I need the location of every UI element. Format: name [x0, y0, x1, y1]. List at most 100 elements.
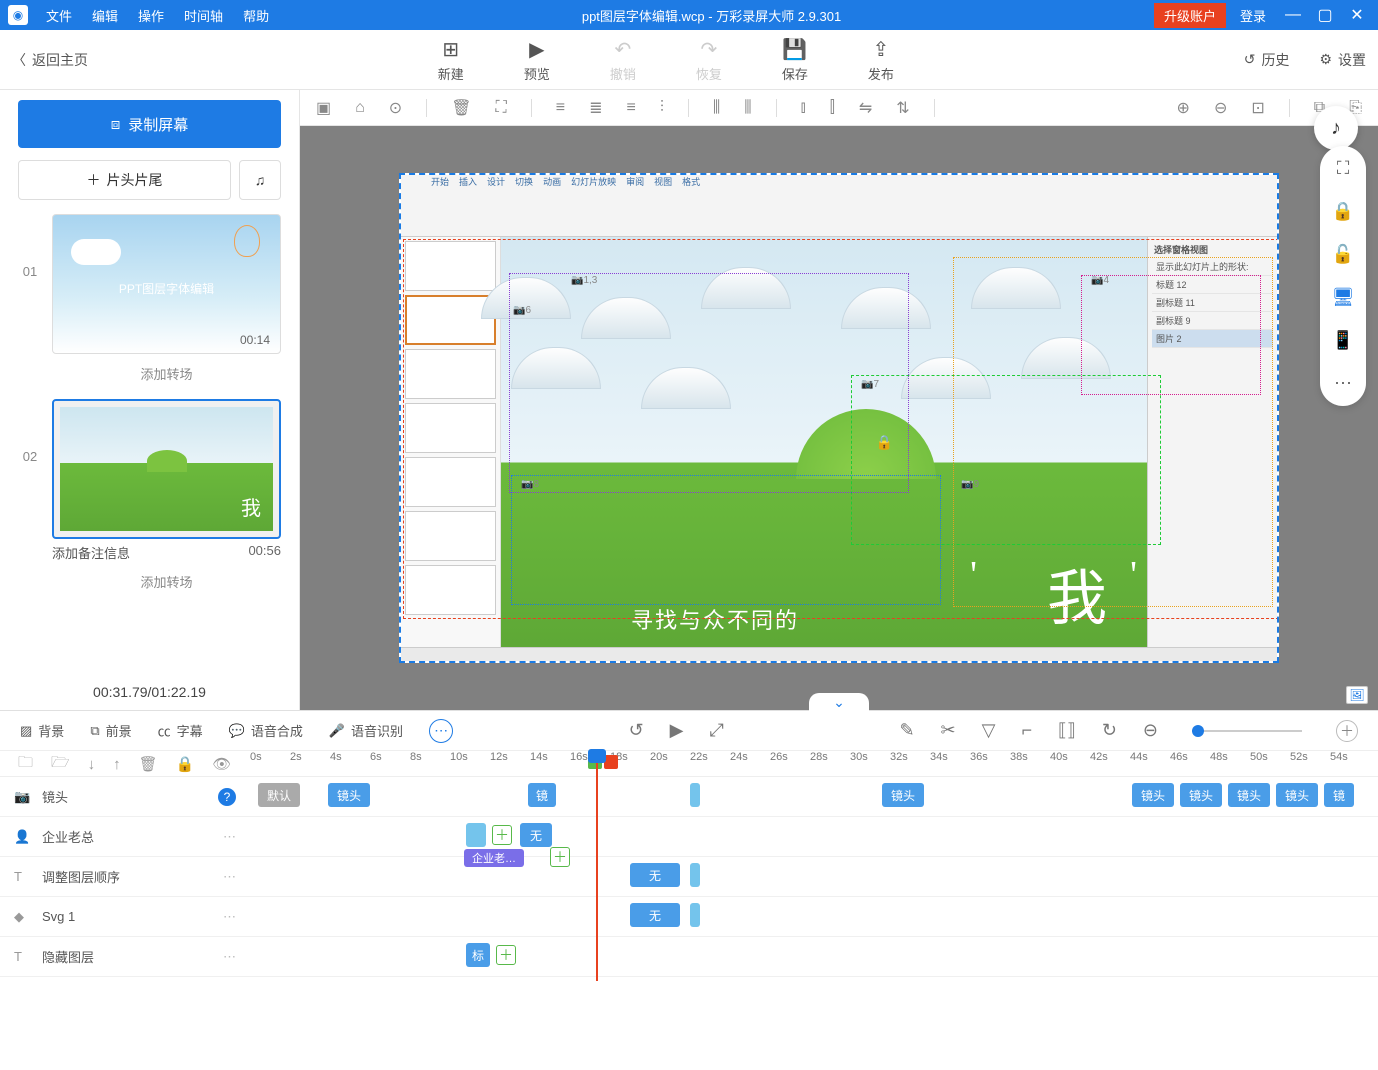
music-fab-button[interactable]: ♪: [1314, 106, 1358, 150]
menu-edit[interactable]: 编辑: [92, 6, 118, 25]
more-icon[interactable]: ⋯: [1334, 373, 1352, 394]
zoom-fit-icon[interactable]: ⊡: [1251, 98, 1264, 118]
zoom-slider[interactable]: [1192, 730, 1302, 732]
maximize-icon[interactable]: ▢: [1312, 5, 1338, 25]
menu-timeline[interactable]: 时间轴: [184, 6, 223, 25]
help-icon[interactable]: ?: [218, 788, 236, 806]
clip-bar[interactable]: [690, 863, 700, 887]
cut-icon[interactable]: ✂: [941, 720, 956, 741]
add-track-button[interactable]: ＋: [1336, 720, 1358, 742]
bracket-icon[interactable]: ⟦⟧: [1058, 720, 1076, 741]
scene-thumbnail-1[interactable]: PPT图层字体编辑 00:14: [52, 214, 281, 354]
eye-icon[interactable]: 👁: [212, 755, 231, 773]
trash-icon[interactable]: 🗑: [451, 98, 471, 118]
publish-button[interactable]: ⇪发布: [868, 37, 894, 83]
scene-item-1[interactable]: 01 PPT图层字体编辑 00:14 添加转场: [18, 214, 281, 393]
save-button[interactable]: 💾保存: [782, 37, 808, 83]
add-transition-2[interactable]: 添加转场: [52, 562, 281, 601]
history-button[interactable]: ↺历史: [1244, 50, 1290, 70]
filter-icon[interactable]: ▽: [982, 720, 996, 741]
clip-label[interactable]: 标: [466, 943, 490, 967]
align-left-icon[interactable]: ≡: [556, 99, 565, 117]
close-icon[interactable]: ✕: [1344, 5, 1370, 25]
clip-lens[interactable]: 镜头: [328, 783, 370, 807]
clip-lens[interactable]: 镜头: [1132, 783, 1174, 807]
tab-foreground[interactable]: ⧉前景: [90, 721, 131, 740]
track-more-icon[interactable]: ⋯: [223, 869, 236, 885]
canvas-stage-wrap[interactable]: ♪ 开始 插入 设计 切换 动画 幻灯片放映 审阅 视图 格式: [300, 126, 1378, 710]
magnet-icon[interactable]: ⌐: [1021, 720, 1032, 741]
distribute-v-icon[interactable]: ⫼: [744, 99, 751, 117]
clip-none[interactable]: 无: [630, 903, 680, 927]
preview-button[interactable]: ▶预览: [524, 37, 550, 83]
clip-lens[interactable]: 镜头: [1228, 783, 1270, 807]
upgrade-button[interactable]: 升级账户: [1154, 3, 1226, 28]
head-tail-button[interactable]: ＋片头片尾: [18, 160, 231, 200]
clip-lens[interactable]: 镜头: [882, 783, 924, 807]
up-icon[interactable]: ↑: [113, 756, 121, 773]
tab-subtitle[interactable]: ㏄字幕: [158, 721, 203, 740]
record-screen-button[interactable]: ⧈ 录制屏幕: [18, 100, 281, 148]
rewind-icon[interactable]: ↺: [629, 720, 644, 741]
folder-new-icon[interactable]: 🗀: [18, 752, 33, 777]
zoom-out-icon[interactable]: ⊖: [1143, 720, 1158, 741]
menu-help[interactable]: 帮助: [243, 6, 269, 25]
minimize-icon[interactable]: —: [1280, 6, 1306, 24]
time-ruler[interactable]: 🗀 🗁 ↓ ↑ 🗑 🔒 👁 0s2s4s6s8s10s12s14s16s18s2…: [0, 751, 1378, 777]
playhead[interactable]: [596, 751, 598, 981]
track-more-icon[interactable]: ⋯: [223, 949, 236, 965]
more-tabs-button[interactable]: ⋯: [429, 719, 453, 743]
expand-icon[interactable]: ⤢: [710, 720, 724, 741]
play-icon[interactable]: ▶: [670, 720, 684, 741]
image-mode-icon[interactable]: 🖼: [1346, 686, 1368, 704]
tab-asr[interactable]: 🎤语音识别: [329, 721, 403, 740]
clip-bar[interactable]: [690, 903, 700, 927]
more-circle-icon[interactable]: ⊙: [389, 98, 402, 118]
fullscreen-icon[interactable]: ⛶: [1337, 158, 1350, 179]
scene-thumbnail-2[interactable]: 我: [52, 399, 281, 539]
canvas-stage[interactable]: 开始 插入 设计 切换 动画 幻灯片放映 审阅 视图 格式: [399, 173, 1279, 663]
redo-button[interactable]: ↷恢复: [696, 37, 722, 83]
add-transition-1[interactable]: 添加转场: [52, 354, 281, 393]
settings-button[interactable]: ⚙设置: [1319, 50, 1366, 70]
music-button[interactable]: ♫: [239, 160, 281, 200]
zoom-out-icon[interactable]: ⊖: [1214, 98, 1227, 118]
mobile-icon[interactable]: 📱: [1332, 330, 1354, 351]
login-button[interactable]: 登录: [1232, 3, 1274, 28]
flip-v-icon[interactable]: ⇅: [896, 98, 909, 118]
marker-red[interactable]: [604, 755, 618, 769]
align-right-icon[interactable]: ≡: [626, 99, 635, 117]
add-keyframe-button[interactable]: ＋: [492, 825, 512, 845]
tab-background[interactable]: ▨背景: [20, 721, 64, 740]
lock-open-icon[interactable]: 🔓: [1332, 244, 1354, 265]
loop-icon[interactable]: ↻: [1102, 720, 1117, 741]
clip-lens[interactable]: 镜: [528, 783, 556, 807]
layers-icon[interactable]: ▣: [316, 98, 331, 118]
flip-h-icon[interactable]: ⇋: [859, 98, 872, 118]
collapse-handle[interactable]: ⌄: [809, 693, 869, 711]
lock-closed-icon[interactable]: 🔒: [1332, 201, 1354, 222]
clip-bar[interactable]: [690, 783, 700, 807]
clip-default[interactable]: 默认: [258, 783, 300, 807]
delete-icon[interactable]: 🗑: [139, 755, 158, 773]
zoom-in-icon[interactable]: ⊕: [1177, 98, 1190, 118]
track-more-icon[interactable]: ⋯: [223, 909, 236, 925]
down-icon[interactable]: ↓: [88, 756, 96, 773]
menu-action[interactable]: 操作: [138, 6, 164, 25]
scene-item-2[interactable]: 02 我 添加备注信息 00:56 添加转场: [18, 399, 281, 601]
menu-file[interactable]: 文件: [46, 6, 72, 25]
crop-icon[interactable]: ⛶: [496, 99, 507, 117]
lock-icon[interactable]: 🔒: [176, 755, 195, 773]
tab-tts[interactable]: 💬语音合成: [229, 721, 303, 740]
clip-none[interactable]: 无: [520, 823, 552, 847]
back-home-button[interactable]: 〈 返回主页: [12, 50, 88, 70]
add-keyframe-button[interactable]: ＋: [496, 945, 516, 965]
align-center-icon[interactable]: ≣: [589, 98, 602, 118]
distribute-h-icon[interactable]: ⫼: [713, 99, 720, 117]
home-icon[interactable]: ⌂: [355, 99, 365, 117]
clip-bar[interactable]: [466, 823, 486, 847]
clip-lens[interactable]: 镜头: [1180, 783, 1222, 807]
edit-icon[interactable]: ✎: [899, 720, 914, 741]
align-top-icon[interactable]: ⫶: [660, 99, 664, 117]
desktop-icon[interactable]: 🖥: [1332, 287, 1355, 308]
